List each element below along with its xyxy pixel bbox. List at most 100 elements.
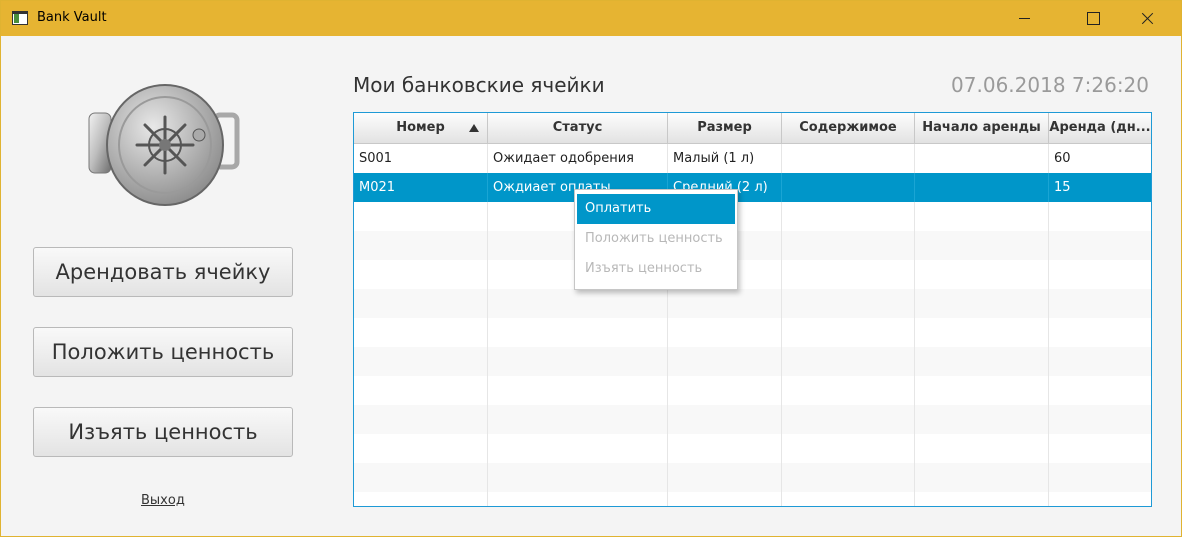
empty-cell (668, 376, 782, 405)
table-row-empty (354, 231, 1151, 260)
table-row-empty (354, 434, 1151, 463)
cell-status: Ожидает одобрения (488, 144, 668, 173)
empty-cell (1049, 318, 1151, 347)
menu-item-deposit-disabled: Положить ценность (585, 231, 723, 246)
minimize-button[interactable] (1002, 1, 1048, 36)
empty-cell (1049, 492, 1151, 506)
window-title: Bank Vault (37, 10, 107, 25)
table-header: Номер Статус Размер Содержимое Начало ар… (354, 113, 1151, 144)
empty-cell (915, 492, 1049, 506)
empty-cell (668, 347, 782, 376)
table-row-empty (354, 492, 1151, 506)
cell-contents (782, 144, 915, 173)
empty-cell (488, 434, 668, 463)
empty-cell (488, 347, 668, 376)
empty-cell (782, 492, 915, 506)
empty-cell (782, 260, 915, 289)
table-row-empty (354, 347, 1151, 376)
column-header-rent-days[interactable]: Аренда (дн... (1049, 113, 1151, 143)
empty-cell (782, 231, 915, 260)
app-icon (12, 11, 28, 25)
empty-cell (354, 260, 488, 289)
empty-cell (354, 405, 488, 434)
empty-cell (915, 463, 1049, 492)
page-title: Мои банковские ячейки (353, 73, 605, 97)
empty-cell (354, 289, 488, 318)
empty-cell (488, 289, 668, 318)
table-row-empty (354, 376, 1151, 405)
empty-cell (488, 405, 668, 434)
empty-cell (488, 492, 668, 506)
empty-cell (1049, 376, 1151, 405)
empty-cell (354, 463, 488, 492)
close-button[interactable] (1124, 1, 1170, 36)
empty-cell (915, 405, 1049, 434)
cell-size: Малый (1 л) (668, 144, 782, 173)
empty-cell (782, 376, 915, 405)
empty-cell (354, 318, 488, 347)
sort-ascending-icon (469, 124, 479, 132)
empty-cell (1049, 231, 1151, 260)
title-bar[interactable]: Bank Vault (1, 1, 1181, 36)
cells-table[interactable]: Номер Статус Размер Содержимое Начало ар… (353, 112, 1152, 507)
column-header-size[interactable]: Размер (668, 113, 782, 143)
empty-cell (354, 492, 488, 506)
context-menu: Оплатить Положить ценность Изъять ценнос… (574, 189, 738, 290)
rent-cell-button[interactable]: Арендовать ячейку (33, 247, 293, 297)
empty-cell (915, 347, 1049, 376)
column-header-status[interactable]: Статус (488, 113, 668, 143)
empty-cell (915, 231, 1049, 260)
empty-cell (915, 260, 1049, 289)
empty-cell (782, 347, 915, 376)
table-row-selected[interactable]: M021 Ождиает оплаты Средний (2 л) 15 (354, 173, 1151, 202)
empty-cell (668, 463, 782, 492)
exit-link[interactable]: Выход (141, 493, 185, 508)
empty-cell (1049, 289, 1151, 318)
table-row-empty (354, 202, 1151, 231)
cell-contents (782, 173, 915, 202)
vault-door-icon (88, 84, 240, 206)
empty-cell (782, 405, 915, 434)
app-window: Bank Vault Арендовать ячейку Положить це… (0, 0, 1182, 537)
withdraw-valuable-button[interactable]: Изъять ценность (33, 407, 293, 457)
empty-cell (668, 434, 782, 463)
empty-cell (1049, 405, 1151, 434)
empty-cell (915, 289, 1049, 318)
table-row-empty (354, 463, 1151, 492)
column-header-contents[interactable]: Содержимое (782, 113, 915, 143)
table-row-empty (354, 405, 1151, 434)
empty-cell (1049, 260, 1151, 289)
column-header-rent-start[interactable]: Начало аренды (915, 113, 1049, 143)
empty-cell (782, 434, 915, 463)
empty-cell (1049, 202, 1151, 231)
cell-rent-start (915, 144, 1049, 173)
empty-cell (668, 318, 782, 347)
cell-number: M021 (354, 173, 488, 202)
empty-cell (782, 202, 915, 231)
empty-cell (915, 376, 1049, 405)
cell-rent-start (915, 173, 1049, 202)
menu-item-pay[interactable]: Оплатить (577, 194, 735, 224)
deposit-valuable-button[interactable]: Положить ценность (33, 327, 293, 377)
empty-cell (1049, 347, 1151, 376)
empty-cell (668, 289, 782, 318)
maximize-button[interactable] (1070, 1, 1116, 36)
empty-cell (1049, 463, 1151, 492)
empty-cell (354, 231, 488, 260)
empty-cell (354, 434, 488, 463)
table-row-empty (354, 318, 1151, 347)
table-row-empty (354, 260, 1151, 289)
empty-cell (915, 318, 1049, 347)
empty-cell (782, 318, 915, 347)
table-row-empty (354, 289, 1151, 318)
empty-cell (354, 347, 488, 376)
cell-rent-days: 15 (1054, 180, 1071, 195)
menu-item-withdraw-disabled: Изъять ценность (585, 261, 703, 276)
empty-cell (1049, 434, 1151, 463)
empty-cell (782, 289, 915, 318)
table-row[interactable]: S001 Ожидает одобрения Малый (1 л) 60 (354, 144, 1151, 173)
column-header-number[interactable]: Номер (354, 113, 488, 143)
empty-cell (915, 434, 1049, 463)
empty-cell (488, 376, 668, 405)
empty-cell (782, 463, 915, 492)
